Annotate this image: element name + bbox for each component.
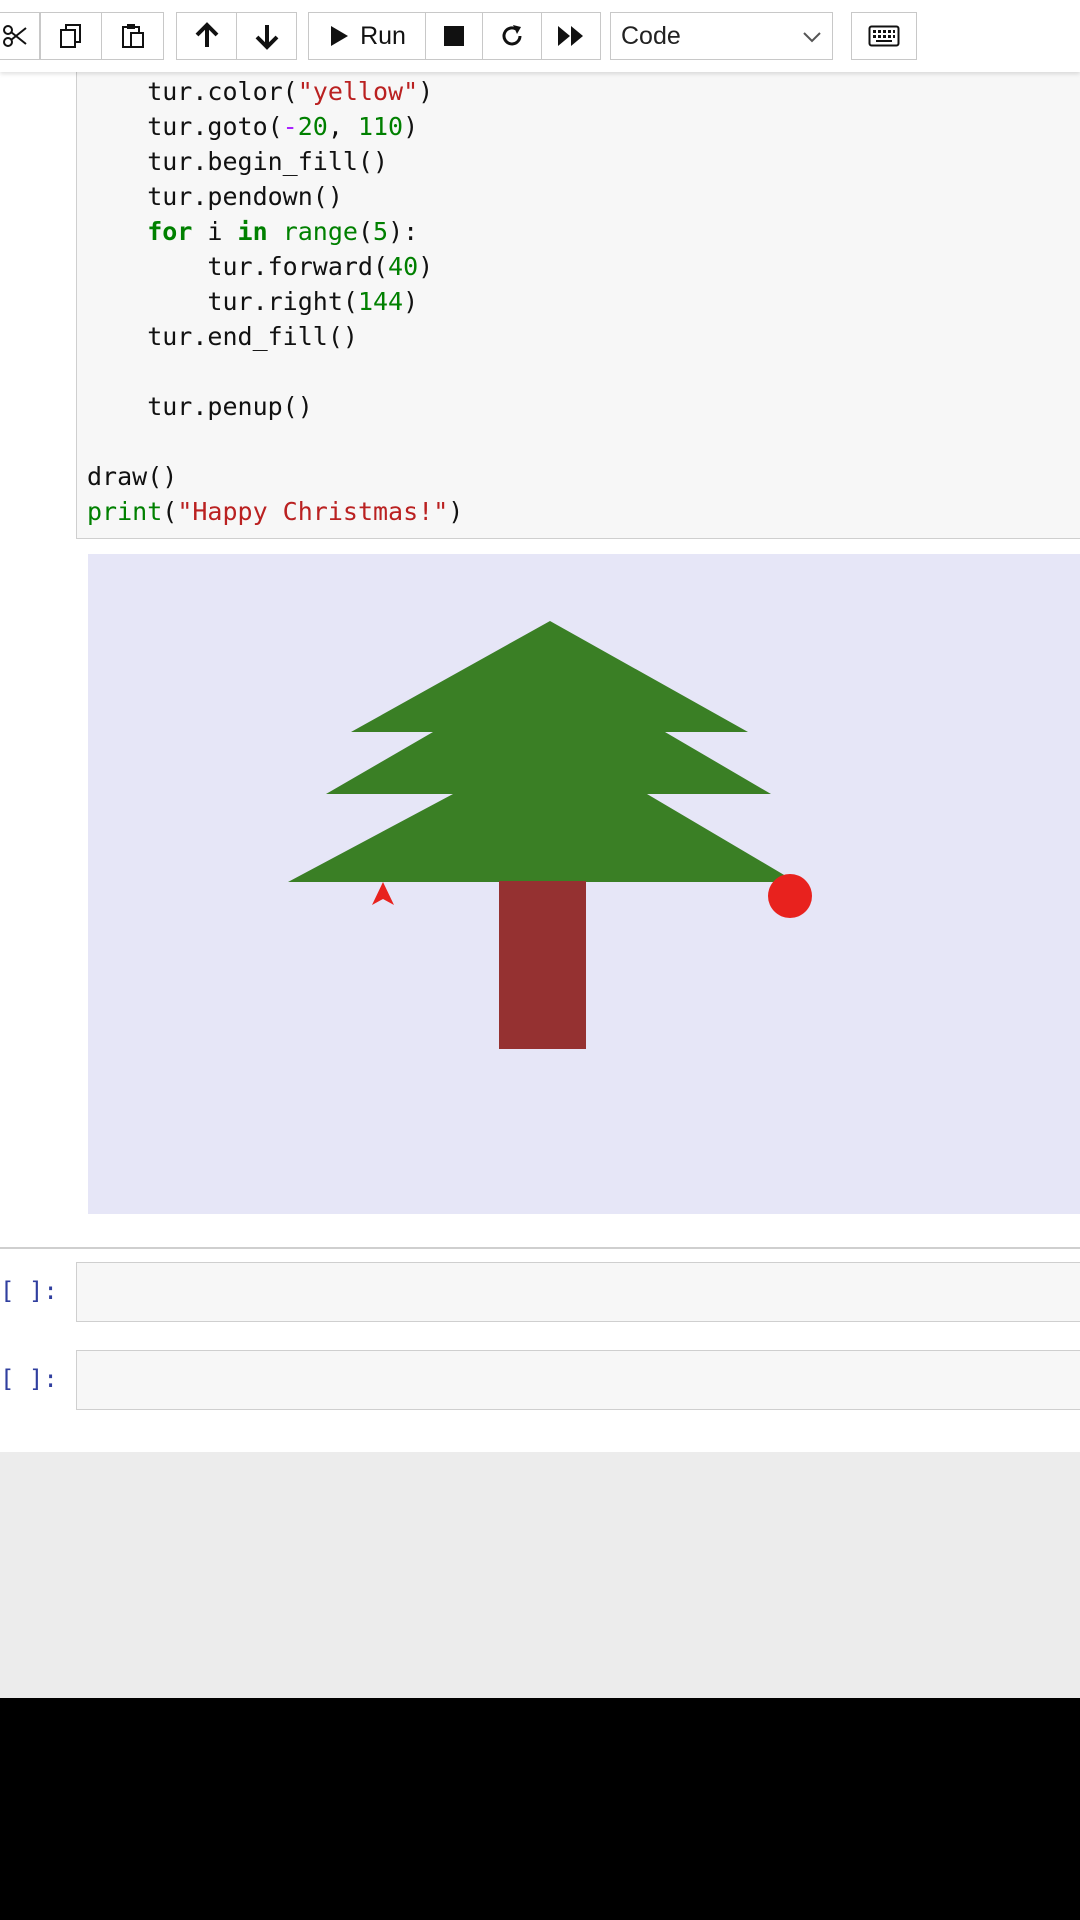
move-down-button[interactable] <box>236 12 297 60</box>
cell-prompt: [ ]: <box>0 1365 58 1393</box>
code-token: ) <box>418 252 434 281</box>
code-token: draw() <box>87 462 178 491</box>
chevron-down-icon <box>803 32 821 43</box>
cell-separator <box>0 1247 1080 1249</box>
paste-icon <box>121 24 144 48</box>
christmas-tree-drawing <box>288 621 812 1049</box>
paste-button[interactable] <box>101 12 164 60</box>
code-token: i <box>192 217 238 246</box>
restart-button[interactable] <box>482 12 542 60</box>
turtle-cursor-icon <box>372 882 394 905</box>
move-up-button[interactable] <box>176 12 237 60</box>
code-token: 20 <box>297 112 328 141</box>
code-token: 40 <box>388 252 419 281</box>
code-token: 144 <box>357 287 404 316</box>
code-line: tur.forward(40) <box>87 249 463 284</box>
code-token: tur.goto( <box>87 112 283 141</box>
code-token: "Happy Christmas!" <box>177 497 449 526</box>
arrow-up-icon <box>195 22 218 47</box>
interrupt-button[interactable] <box>425 12 483 60</box>
tree-trunk <box>499 881 586 1049</box>
code-token: tur.end_fill() <box>87 322 358 351</box>
code-line: tur.penup() <box>87 389 463 424</box>
arrow-down-icon <box>255 25 278 50</box>
code-token: ) <box>403 112 419 141</box>
code-token: tur.pendown() <box>87 182 343 211</box>
code-token: tur.penup() <box>87 392 313 421</box>
code-token: ) <box>418 77 434 106</box>
code-token: ( <box>357 217 374 246</box>
empty-code-cell[interactable] <box>76 1262 1080 1322</box>
code-token: range <box>282 217 358 246</box>
fast-forward-icon <box>558 26 583 46</box>
cell-type-value: Code <box>621 21 681 50</box>
run-label: Run <box>360 21 406 50</box>
tree-foliage <box>288 621 796 882</box>
cell-type-select[interactable]: Code <box>610 12 833 60</box>
play-icon <box>331 26 349 46</box>
cut-button[interactable] <box>0 12 40 60</box>
copy-icon <box>60 24 81 48</box>
notebook-container: tur.color("yellow") tur.goto(-20, 110) t… <box>0 72 1080 1452</box>
turtle-canvas-output <box>88 554 1080 1214</box>
code-token: 110 <box>357 112 404 141</box>
run-button[interactable]: Run <box>308 12 426 60</box>
code-line: tur.begin_fill() <box>87 144 463 179</box>
notebook-toolbar: Run Code <box>0 0 1080 72</box>
scissors-icon <box>2 25 27 47</box>
command-palette-button[interactable] <box>851 12 917 60</box>
code-line: for i in range(5): <box>87 214 463 249</box>
empty-code-cell[interactable] <box>76 1350 1080 1410</box>
code-token: in <box>237 217 268 246</box>
code-token: tur.begin_fill() <box>87 147 389 176</box>
code-token: tur.forward( <box>87 252 389 281</box>
code-line: tur.right(144) <box>87 284 463 319</box>
code-token: ) <box>448 497 464 526</box>
ornament-ball <box>768 874 812 918</box>
code-line: tur.color("yellow") <box>87 74 463 109</box>
code-cell[interactable]: tur.color("yellow") tur.goto(-20, 110) t… <box>76 72 1080 539</box>
code-token: , <box>327 112 358 141</box>
code-token: print <box>87 497 163 526</box>
code-line: tur.end_fill() <box>87 319 463 354</box>
code-line: tur.pendown() <box>87 179 463 214</box>
code-token: "yellow" <box>297 77 419 106</box>
code-token: for <box>147 217 193 246</box>
code-token: tur.color( <box>87 77 298 106</box>
keyboard-icon <box>868 25 900 47</box>
code-token: 5 <box>373 217 389 246</box>
code-token: tur.right( <box>87 287 358 316</box>
code-token: ( <box>162 497 178 526</box>
screen-bottom-bar <box>0 1698 1080 1920</box>
stop-icon <box>444 26 464 46</box>
copy-button[interactable] <box>40 12 102 60</box>
code-editor[interactable]: tur.color("yellow") tur.goto(-20, 110) t… <box>87 74 463 529</box>
code-token: ): <box>388 217 419 246</box>
cell-prompt: [ ]: <box>0 1277 58 1305</box>
restart-run-all-button[interactable] <box>541 12 601 60</box>
code-line: print("Happy Christmas!") <box>87 494 463 529</box>
code-token: ) <box>403 287 419 316</box>
restart-icon <box>502 25 522 46</box>
notebook-background <box>0 1452 1080 1698</box>
code-token: - <box>282 112 298 141</box>
code-line: draw() <box>87 459 463 494</box>
code-line: tur.goto(-20, 110) <box>87 109 463 144</box>
